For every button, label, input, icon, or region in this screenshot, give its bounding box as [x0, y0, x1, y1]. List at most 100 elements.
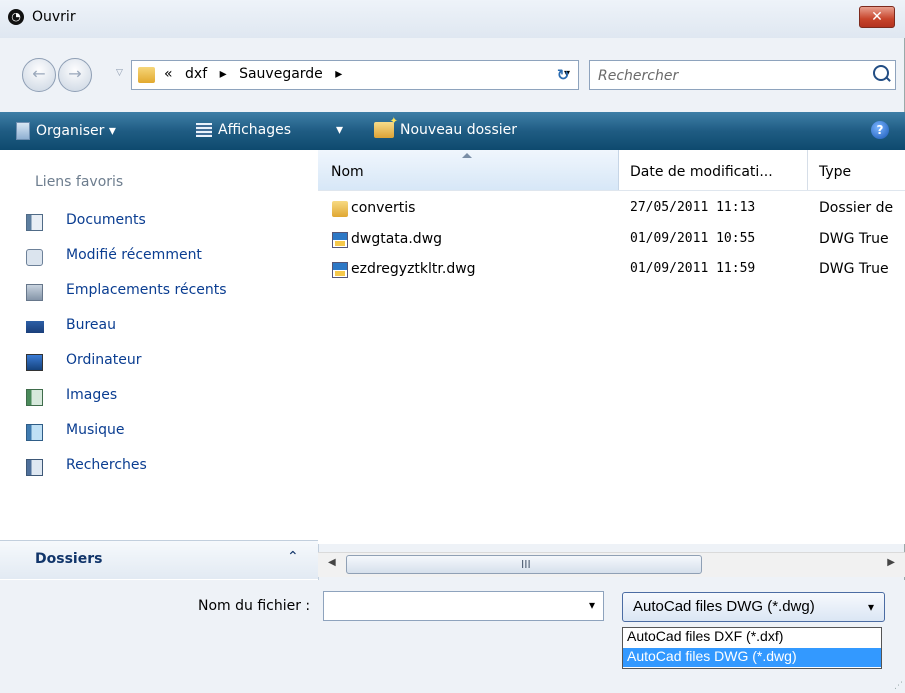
recent-icon [26, 249, 43, 266]
filename-field[interactable] [328, 596, 572, 618]
computer-icon [26, 354, 43, 371]
sidebar-item-documents[interactable]: Documents [26, 210, 296, 236]
chevron-down-icon[interactable]: ▾ [589, 598, 595, 612]
filetype-option-dwg[interactable]: AutoCad files DWG (*.dwg) [623, 648, 881, 667]
sidebar-item-images[interactable]: Images [26, 385, 296, 411]
file-row[interactable]: convertis 27/05/2011 11:13 Dossier de [318, 198, 905, 224]
close-button[interactable]: ✕ [859, 6, 895, 28]
new-folder-button[interactable]: Nouveau dossier [374, 116, 518, 138]
sidebar-item-music[interactable]: Musique [26, 420, 296, 446]
file-list: Nom Date de modificati... Type convertis… [318, 150, 905, 544]
column-header-type[interactable]: Type [819, 164, 851, 180]
sidebar-item-label: Documents [66, 212, 146, 228]
filetype-select[interactable]: AutoCad files DWG (*.dwg) ▾ [622, 592, 885, 622]
sidebar-item-label: Ordinateur [66, 352, 142, 368]
resize-grip[interactable]: ⋰ [894, 681, 903, 691]
recent-places-icon [26, 284, 43, 301]
search-box[interactable] [589, 60, 896, 90]
filetype-dropdown-list: AutoCad files DXF (*.dxf) AutoCad files … [622, 627, 882, 669]
scrollbar-grip: III [521, 558, 531, 571]
sidebar-item-computer[interactable]: Ordinateur [26, 350, 296, 376]
file-name: convertis [351, 200, 416, 216]
organise-label: Organiser ▾ [36, 123, 116, 139]
dwg-file-icon [332, 262, 348, 278]
search-input[interactable] [596, 65, 860, 87]
title-bar: ◔ Ouvrir ✕ [0, 0, 905, 38]
dwg-file-icon [332, 232, 348, 248]
views-icon [196, 123, 212, 137]
sidebar-item-recent[interactable]: Modifié récemment [26, 245, 296, 271]
horizontal-scrollbar[interactable]: ◀ III ▶ [318, 552, 905, 577]
open-dialog: ◔ Ouvrir ✕ ← → ▽ « dxf ▸ Sauvegarde ▸ ▾ … [0, 0, 905, 693]
sidebar-item-label: Musique [66, 422, 125, 438]
views-dropdown-icon[interactable]: ▾ [336, 122, 343, 138]
column-header-date[interactable]: Date de modificati... [630, 164, 773, 180]
column-divider[interactable] [807, 150, 808, 190]
chevron-up-icon[interactable]: ⌃ [287, 549, 299, 565]
filetype-option-dxf[interactable]: AutoCad files DXF (*.dxf) [623, 628, 881, 647]
desktop-icon [26, 321, 44, 333]
sidebar-item-label: Images [66, 387, 118, 403]
breadcrumb-sauvegarde[interactable]: Sauvegarde [239, 66, 323, 82]
file-name: ezdregyztkltr.dwg [351, 261, 476, 277]
file-type: DWG True [819, 231, 889, 247]
breadcrumb: « dxf ▸ Sauvegarde ▸ [164, 66, 350, 82]
folder-icon [332, 201, 348, 217]
file-row[interactable]: dwgtata.dwg 01/09/2011 10:55 DWG True [318, 229, 905, 255]
file-type: Dossier de [819, 200, 894, 216]
window-title: Ouvrir [32, 9, 76, 25]
views-label: Affichages [218, 122, 292, 138]
app-icon: ◔ [8, 9, 24, 25]
sidebar-item-label: Modifié récemment [66, 247, 202, 263]
file-type: DWG True [819, 261, 889, 277]
folder-icon [138, 67, 155, 83]
filename-label: Nom du fichier : [198, 598, 311, 614]
folders-toggle[interactable]: Dossiers ⌃ [0, 540, 318, 579]
column-header-label: Nom [331, 164, 364, 180]
new-folder-label: Nouveau dossier [400, 122, 518, 138]
scrollbar-thumb[interactable]: III [346, 555, 702, 574]
file-row[interactable]: ezdregyztkltr.dwg 01/09/2011 11:59 DWG T… [318, 259, 905, 285]
favorites-title: Liens favoris [35, 174, 124, 190]
scroll-right-icon[interactable]: ▶ [887, 557, 895, 568]
breadcrumb-separator[interactable]: ▸ [220, 66, 227, 82]
organise-button[interactable]: Organiser ▾ [16, 122, 116, 140]
sort-ascending-icon [462, 153, 472, 158]
sidebar-item-label: Emplacements récents [66, 282, 227, 298]
folders-label: Dossiers [35, 551, 103, 567]
address-bar[interactable]: « dxf ▸ Sauvegarde ▸ ▾ [131, 60, 579, 90]
column-header-name[interactable]: Nom [318, 150, 619, 190]
file-date: 01/09/2011 10:55 [630, 231, 756, 246]
searches-icon [26, 459, 43, 476]
organise-icon [16, 122, 30, 140]
navigation-pane: Liens favoris Documents Modifié récemmen… [0, 150, 319, 580]
sidebar-item-searches[interactable]: Recherches [26, 455, 296, 481]
breadcrumb-separator[interactable]: ▸ [335, 66, 342, 82]
pictures-icon [26, 389, 43, 406]
filename-combobox[interactable]: ▾ [323, 591, 604, 621]
new-folder-icon [374, 116, 398, 138]
column-header-row: Nom Date de modificati... Type [318, 150, 905, 191]
file-date: 27/05/2011 11:13 [630, 200, 756, 215]
refresh-button[interactable]: ↻ [547, 62, 579, 88]
sidebar-item-label: Recherches [66, 457, 147, 473]
history-dropdown-icon[interactable]: ▽ [116, 68, 123, 78]
command-toolbar: Organiser ▾ Affichages ▾ Nouveau dossier… [0, 112, 905, 150]
sidebar-item-desktop[interactable]: Bureau [26, 315, 296, 341]
documents-icon [26, 214, 43, 231]
scroll-left-icon[interactable]: ◀ [328, 557, 336, 568]
search-icon[interactable] [873, 65, 889, 81]
views-button[interactable]: Affichages [196, 122, 291, 138]
sidebar-item-label: Bureau [66, 317, 116, 333]
forward-button[interactable]: → [58, 58, 92, 92]
breadcrumb-dxf[interactable]: dxf [185, 66, 207, 82]
help-icon[interactable]: ? [871, 121, 889, 139]
sidebar-item-recent-places[interactable]: Emplacements récents [26, 280, 296, 306]
file-date: 01/09/2011 11:59 [630, 261, 756, 276]
filetype-selected: AutoCad files DWG (*.dwg) [633, 598, 815, 615]
file-name: dwgtata.dwg [351, 231, 443, 247]
back-button[interactable]: ← [22, 58, 56, 92]
chevron-down-icon[interactable]: ▾ [868, 600, 874, 614]
music-icon [26, 424, 43, 441]
breadcrumb-overflow[interactable]: « [164, 66, 173, 82]
